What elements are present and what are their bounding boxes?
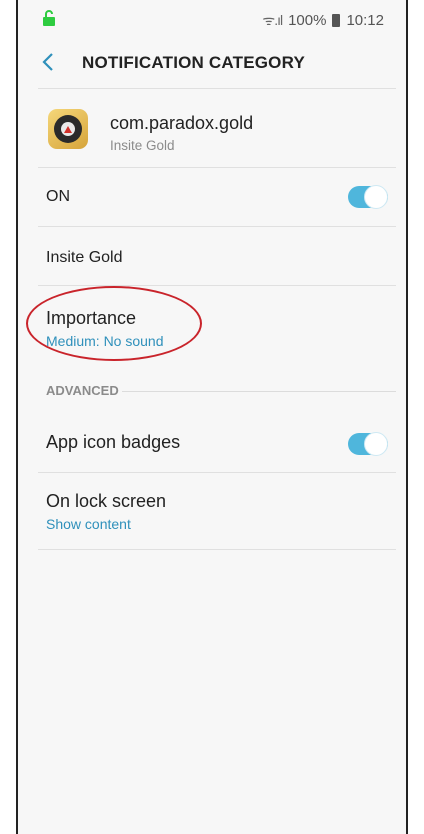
- importance-value: Medium: No sound: [46, 333, 164, 349]
- category-name: Insite Gold: [46, 249, 123, 266]
- phone-screen: ᯤ.ıl 100% 10:12 NOTIFICATION CATEGORY co…: [16, 0, 408, 834]
- toggle-knob: [364, 185, 388, 209]
- category-name-row: Insite Gold: [18, 227, 406, 285]
- master-toggle-row[interactable]: ON: [18, 168, 406, 226]
- importance-row[interactable]: Importance Medium: No sound: [18, 286, 406, 376]
- status-bar: ᯤ.ıl 100% 10:12: [18, 0, 406, 38]
- battery-icon: [332, 14, 341, 27]
- master-toggle-label: ON: [46, 188, 70, 205]
- app-logo-icon: [48, 109, 88, 149]
- lock-screen-title: On lock screen: [46, 491, 167, 511]
- lock-screen-row[interactable]: On lock screen Show content: [18, 473, 406, 549]
- advanced-section-header: ADVANCED: [18, 376, 406, 416]
- status-right: ᯤ.ıl 100% 10:12: [262, 11, 384, 30]
- divider: [38, 549, 396, 550]
- advanced-section-label: ADVANCED: [46, 383, 119, 398]
- app-display-name: Insite Gold: [110, 138, 175, 153]
- clock: 10:12: [346, 12, 384, 29]
- app-icon-badges-label: App icon badges: [46, 432, 181, 452]
- page-title: NOTIFICATION CATEGORY: [82, 53, 305, 72]
- app-icon-badges-switch[interactable]: [348, 432, 388, 456]
- app-info-row: com.paradox.gold Insite Gold: [18, 89, 406, 167]
- lock-screen-value: Show content: [46, 516, 131, 532]
- toggle-knob: [364, 432, 388, 456]
- battery-percent: 100%: [288, 12, 327, 29]
- app-icon-badges-row[interactable]: App icon badges: [18, 416, 406, 472]
- section-divider: [122, 391, 396, 392]
- importance-title: Importance: [46, 308, 137, 328]
- app-package-name: com.paradox.gold: [110, 113, 254, 133]
- app-bar: NOTIFICATION CATEGORY: [18, 38, 406, 88]
- unlocked-lock-icon: [43, 10, 55, 26]
- signal-icon: ᯤ.ıl: [262, 12, 283, 28]
- chevron-left-icon[interactable]: [40, 51, 56, 73]
- master-toggle-switch[interactable]: [348, 185, 388, 209]
